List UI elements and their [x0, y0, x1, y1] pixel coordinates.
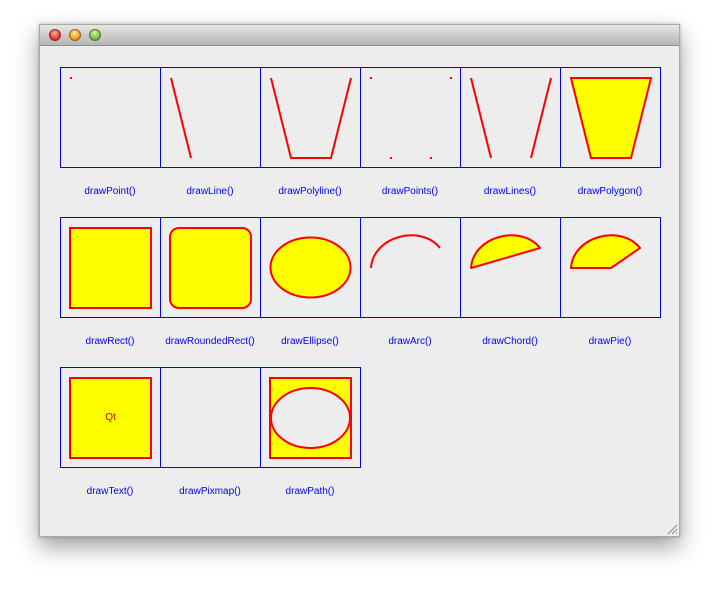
cell-draw-polygon [560, 67, 661, 168]
cell-draw-lines [460, 67, 561, 168]
app-window: Qt drawPoint() drawLine() drawPolyline()… [39, 24, 680, 537]
caption-draw-chord: drawChord() [482, 336, 538, 347]
caption-draw-ellipse: drawEllipse() [281, 336, 339, 347]
cell-draw-point [60, 67, 161, 168]
close-icon[interactable] [49, 29, 61, 41]
draw-polyline-canvas [270, 77, 352, 159]
draw-rect-canvas [69, 227, 152, 309]
caption-draw-polygon: drawPolygon() [577, 186, 643, 197]
caption-draw-point: drawPoint() [84, 186, 136, 197]
cell-draw-points [360, 67, 461, 168]
caption-draw-polyline: drawPolyline() [278, 186, 342, 197]
caption-draw-pixmap: drawPixmap() [179, 486, 241, 497]
qt-text: Qt [105, 412, 116, 423]
caption-draw-lines: drawLines() [483, 186, 537, 197]
caption-draw-line: drawLine() [186, 186, 234, 197]
caption-draw-pie: drawPie() [588, 336, 632, 347]
draw-point-canvas [70, 77, 72, 79]
cell-draw-path [260, 367, 361, 468]
cell-draw-polyline [260, 67, 361, 168]
draw-chord-canvas [470, 234, 541, 269]
draw-pie-canvas [570, 234, 641, 269]
cell-draw-arc [360, 217, 461, 318]
cell-draw-rounded-rect [160, 217, 261, 318]
caption-draw-rounded-rect: drawRoundedRect() [165, 336, 255, 347]
draw-arc-canvas [370, 234, 441, 269]
draw-rounded-rect-canvas [169, 227, 252, 309]
zoom-icon[interactable] [89, 29, 101, 41]
draw-pixmap-canvas [161, 368, 260, 467]
draw-path-canvas [269, 377, 352, 459]
caption-draw-text: drawText() [86, 486, 134, 497]
cell-draw-chord [460, 217, 561, 318]
cell-draw-ellipse [260, 217, 361, 318]
caption-draw-path: drawPath() [285, 486, 335, 497]
draw-points-canvas [370, 77, 452, 159]
cell-draw-pie [560, 217, 661, 318]
draw-ellipse-canvas [269, 236, 352, 299]
cell-draw-pixmap [160, 367, 261, 468]
caption-draw-rect: drawRect() [85, 336, 135, 347]
draw-polygon-canvas [569, 77, 653, 159]
draw-lines-canvas [470, 77, 552, 159]
cell-draw-line [160, 67, 261, 168]
cell-draw-rect [60, 217, 161, 318]
caption-draw-points: drawPoints() [381, 186, 439, 197]
cell-draw-text: Qt [60, 367, 161, 468]
caption-draw-arc: drawArc() [388, 336, 432, 347]
draw-line-canvas [170, 77, 192, 159]
title-bar[interactable] [40, 25, 679, 46]
minimize-icon[interactable] [69, 29, 81, 41]
resize-grip-icon[interactable] [666, 523, 678, 535]
